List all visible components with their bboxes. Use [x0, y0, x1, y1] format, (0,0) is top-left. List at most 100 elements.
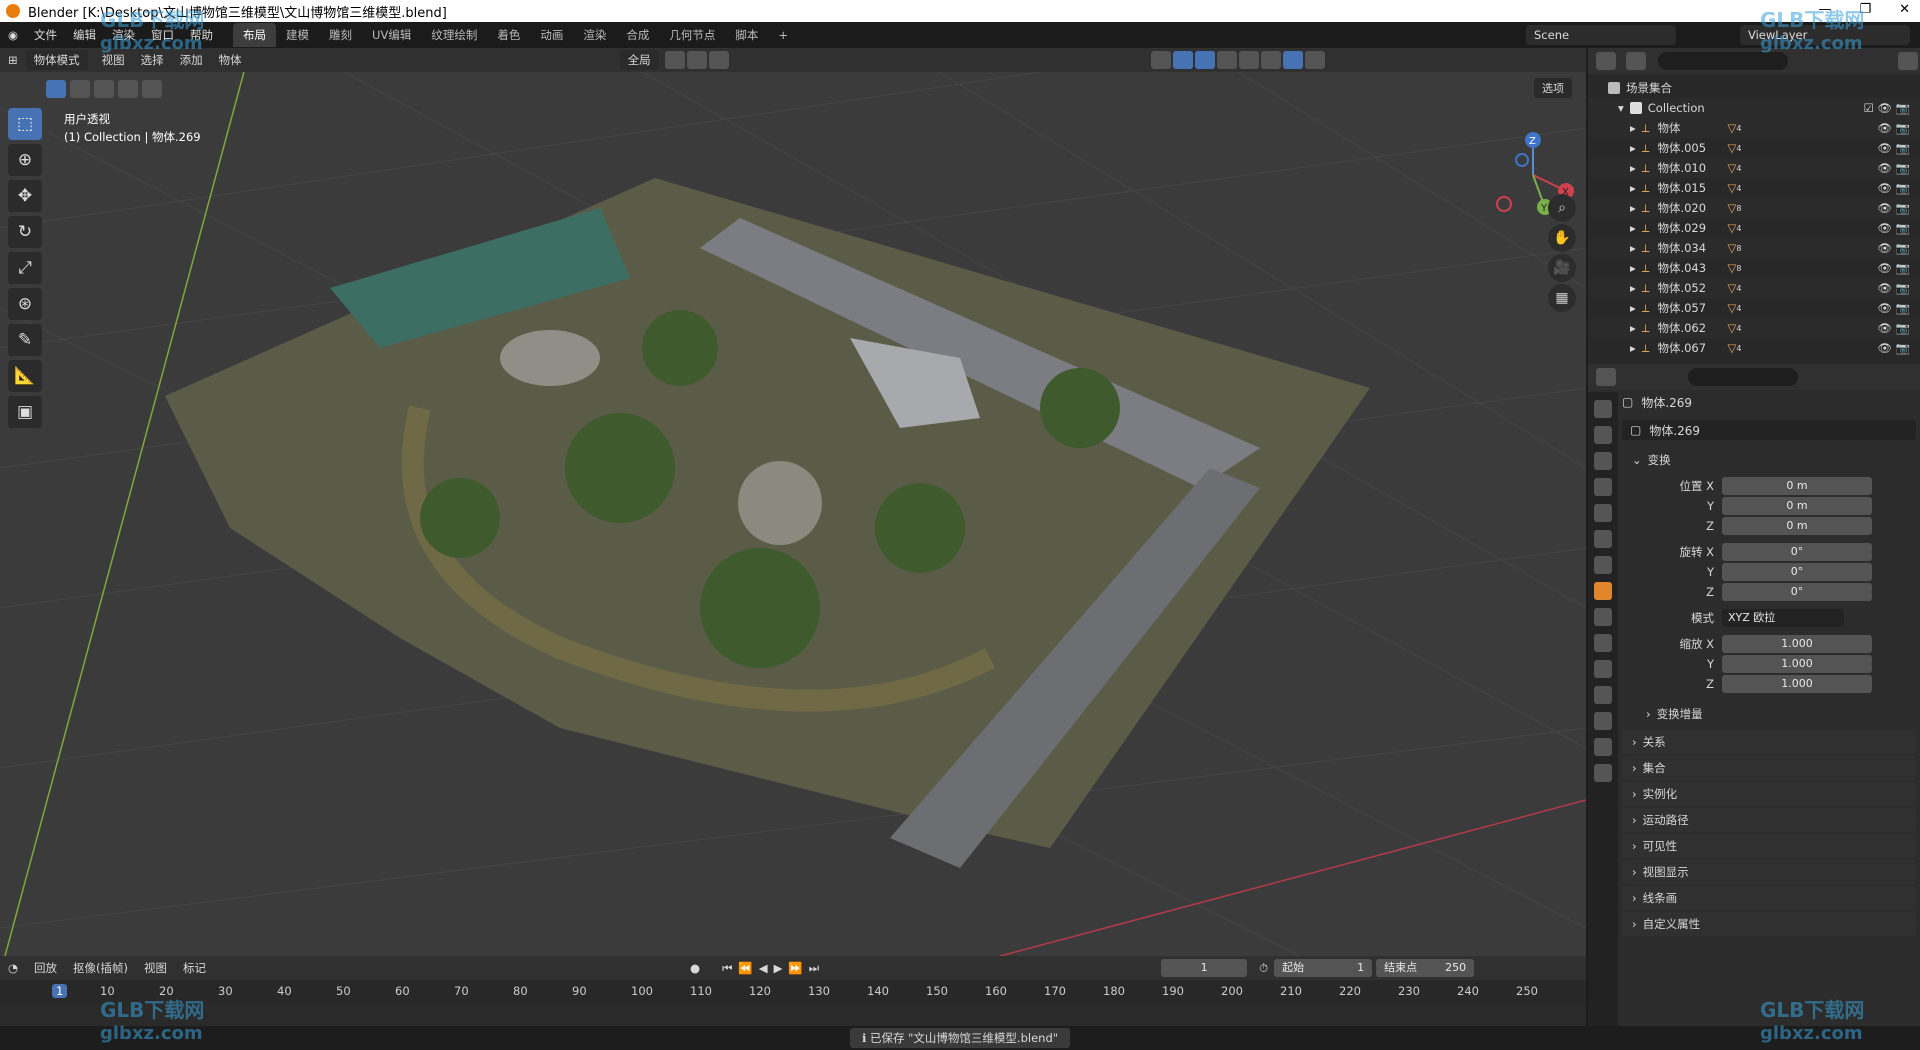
material-props-icon[interactable]: [1594, 738, 1612, 756]
outliner-item[interactable]: ▸ ⟂ 物体 ▽ 4 👁 📷: [1588, 118, 1920, 138]
data-props-icon[interactable]: [1594, 712, 1612, 730]
outliner-item[interactable]: ▸ ⟂ 物体.062 ▽ 4 👁 📷: [1588, 318, 1920, 338]
annotate-tool-icon[interactable]: ✎: [8, 324, 42, 356]
visibility-icon[interactable]: [1150, 51, 1171, 69]
visibility-eye-icon[interactable]: ☑ 👁 📷: [1863, 101, 1910, 115]
outliner-item[interactable]: ▸ ⟂ 物体.005 ▽ 4 👁 📷: [1588, 138, 1920, 158]
instancing-section[interactable]: › 实例化: [1622, 782, 1916, 806]
visibility-eye-icon[interactable]: 👁 📷: [1877, 141, 1910, 155]
3d-viewport[interactable]: ⊞ 物体模式 视图 选择 添加 物体 全局 选项 ⬚ ⊕ ✥ ↻ ⤢ ⊛ ✎ �: [0, 48, 1586, 956]
outliner-item[interactable]: ▸ ⟂ 物体.043 ▽ 8 👁 📷: [1588, 258, 1920, 278]
transform-tool-icon[interactable]: ⊛: [8, 288, 42, 320]
record-icon[interactable]: ●: [684, 961, 706, 975]
visibility-eye-icon[interactable]: 👁 📷: [1877, 341, 1910, 355]
scale-tool-icon[interactable]: ⤢: [8, 252, 42, 284]
visibility-section[interactable]: › 可见性: [1622, 834, 1916, 858]
visibility-eye-icon[interactable]: 👁 📷: [1877, 241, 1910, 255]
rotation-y-field[interactable]: 0°: [1722, 563, 1872, 581]
properties-editor-icon[interactable]: [1596, 368, 1616, 386]
xray-icon[interactable]: [1216, 51, 1237, 69]
tool-props-icon[interactable]: [1594, 400, 1612, 418]
world-props-icon[interactable]: [1594, 530, 1612, 548]
location-x-field[interactable]: 0 m: [1722, 477, 1872, 495]
output-props-icon[interactable]: [1594, 452, 1612, 470]
collapse-arrow-icon[interactable]: ▾: [1618, 101, 1624, 115]
visibility-eye-icon[interactable]: 👁 📷: [1877, 221, 1910, 235]
scale-x-field[interactable]: 1.000: [1722, 635, 1872, 653]
outliner-search-input[interactable]: [1658, 52, 1788, 70]
visibility-eye-icon[interactable]: 👁 📷: [1877, 181, 1910, 195]
rendered-shading-icon[interactable]: [1304, 51, 1325, 69]
visibility-eye-icon[interactable]: 👁 📷: [1877, 321, 1910, 335]
cursor-tool-icon[interactable]: ⊕: [8, 144, 42, 176]
visibility-eye-icon[interactable]: 👁 📷: [1877, 201, 1910, 215]
close-button[interactable]: ✕: [1899, 2, 1910, 17]
measure-tool-icon[interactable]: 📐: [8, 360, 42, 392]
expand-arrow-icon[interactable]: ▸: [1630, 341, 1636, 355]
add-cube-tool-icon[interactable]: ▣: [8, 396, 42, 428]
select-box-tool-icon[interactable]: ⬚: [8, 108, 42, 140]
view-layer-props-icon[interactable]: [1594, 478, 1612, 496]
expand-arrow-icon[interactable]: ▸: [1630, 321, 1636, 335]
object-mode-dropdown[interactable]: 物体模式: [25, 50, 88, 70]
visibility-eye-icon[interactable]: 👁 📷: [1877, 301, 1910, 315]
expand-arrow-icon[interactable]: ▸: [1630, 181, 1636, 195]
outliner-item[interactable]: ▸ ⟂ 物体.067 ▽ 4 👁 📷: [1588, 338, 1920, 358]
collection-props-icon[interactable]: [1594, 556, 1612, 574]
current-frame-field[interactable]: 1: [1161, 959, 1248, 977]
location-y-field[interactable]: 0 m: [1722, 497, 1872, 515]
tab-rendering[interactable]: 渲染: [573, 23, 616, 47]
wireframe-shading-icon[interactable]: [1238, 51, 1259, 69]
visibility-eye-icon[interactable]: 👁 📷: [1877, 161, 1910, 175]
camera-view-icon[interactable]: 🎥: [1548, 254, 1576, 282]
scale-z-field[interactable]: 1.000: [1722, 675, 1872, 693]
particles-props-icon[interactable]: [1594, 634, 1612, 652]
tab-modeling[interactable]: 建模: [276, 23, 319, 47]
transform-orientation-dropdown[interactable]: 全局: [619, 50, 659, 70]
expand-arrow-icon[interactable]: ▸: [1630, 281, 1636, 295]
overlay-toggle-icon[interactable]: [1194, 51, 1215, 69]
menu-playback[interactable]: 回放: [26, 960, 65, 976]
delta-transform-section[interactable]: › 变换增量: [1622, 702, 1916, 726]
viewport-options-button[interactable]: 选项: [1534, 78, 1572, 98]
properties-search-input[interactable]: [1688, 368, 1798, 386]
ortho-grid-icon[interactable]: ▦: [1548, 284, 1576, 312]
move-tool-icon[interactable]: ✥: [8, 180, 42, 212]
relations-section[interactable]: › 关系: [1622, 730, 1916, 754]
expand-arrow-icon[interactable]: ▸: [1630, 221, 1636, 235]
viewport-display-section[interactable]: › 视图显示: [1622, 860, 1916, 884]
tab-scripting[interactable]: 脚本: [725, 23, 768, 47]
outliner-item[interactable]: ▸ ⟂ 物体.010 ▽ 4 👁 📷: [1588, 158, 1920, 178]
rotation-z-field[interactable]: 0°: [1722, 583, 1872, 601]
zoom-icon[interactable]: ⌕: [1548, 194, 1576, 222]
visibility-eye-icon[interactable]: 👁 📷: [1877, 281, 1910, 295]
transform-section[interactable]: ⌄ 变换: [1622, 448, 1916, 472]
tab-compositing[interactable]: 合成: [616, 23, 659, 47]
add-workspace-button[interactable]: +: [768, 24, 798, 46]
visibility-eye-icon[interactable]: 👁 📷: [1877, 121, 1910, 135]
expand-arrow-icon[interactable]: ▸: [1630, 241, 1636, 255]
rotation-x-field[interactable]: 0°: [1722, 543, 1872, 561]
proportional-edit-icon[interactable]: [708, 51, 729, 69]
pivot-icon[interactable]: [664, 51, 685, 69]
scene-props-icon[interactable]: [1594, 504, 1612, 522]
object-datablock-field[interactable]: ▢ 物体.269: [1622, 420, 1916, 440]
outliner-item[interactable]: ▸ ⟂ 物体.029 ▽ 4 👁 📷: [1588, 218, 1920, 238]
timeline-editor-icon[interactable]: ◔: [0, 961, 26, 975]
expand-arrow-icon[interactable]: ▸: [1630, 141, 1636, 155]
menu-edit[interactable]: 编辑: [65, 27, 104, 43]
outliner-item[interactable]: ▸ ⟂ 物体.015 ▽ 4 👁 📷: [1588, 178, 1920, 198]
menu-file[interactable]: 文件: [26, 27, 65, 43]
expand-arrow-icon[interactable]: ▸: [1630, 201, 1636, 215]
pan-hand-icon[interactable]: ✋: [1548, 224, 1576, 252]
end-frame-field[interactable]: 结束点 250: [1376, 959, 1475, 977]
scene-selector[interactable]: Scene: [1526, 25, 1676, 45]
tab-shading[interactable]: 着色: [487, 23, 530, 47]
outliner-item[interactable]: ▸ ⟂ 物体.057 ▽ 4 👁 📷: [1588, 298, 1920, 318]
tab-sculpting[interactable]: 雕刻: [319, 23, 362, 47]
scale-y-field[interactable]: 1.000: [1722, 655, 1872, 673]
menu-select[interactable]: 选择: [133, 52, 172, 68]
start-frame-field[interactable]: 起始 1: [1274, 959, 1373, 977]
custom-properties-section[interactable]: › 自定义属性: [1622, 912, 1916, 936]
select-extend-icon[interactable]: [70, 80, 90, 98]
